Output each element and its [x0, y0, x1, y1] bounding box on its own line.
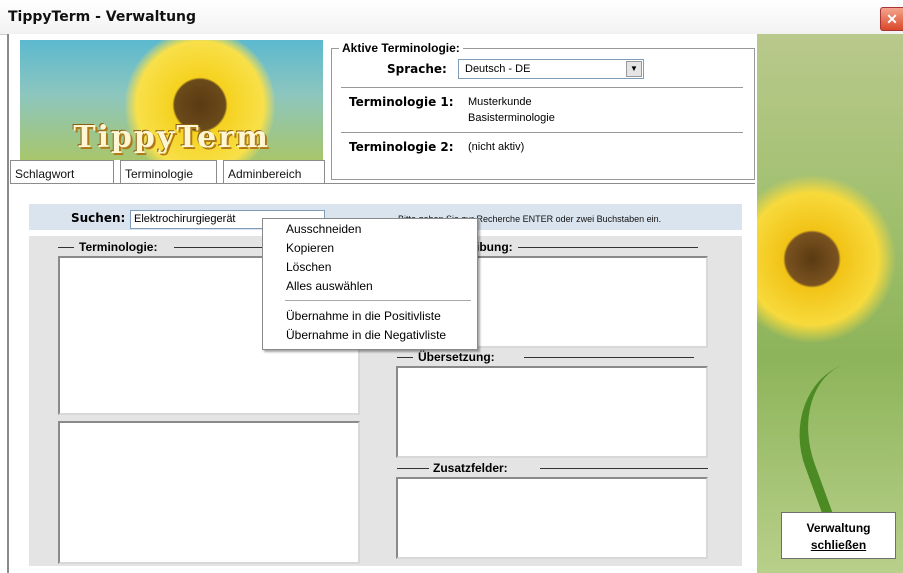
close-administration-button[interactable]: Verwaltung schließen	[781, 512, 896, 559]
window-title: TippyTerm - Verwaltung	[8, 9, 197, 25]
tabs-divider	[10, 183, 755, 184]
menu-item-add-positive-list[interactable]: Übernahme in die Positivliste	[286, 307, 441, 325]
group-line	[397, 468, 429, 469]
group-line	[397, 357, 413, 358]
divider	[341, 87, 743, 88]
close-button-line2: schließen	[810, 538, 867, 552]
group-line	[540, 468, 708, 469]
terminology1-customer: Musterkunde	[468, 96, 532, 108]
language-select[interactable]: Deutsch - DE ▼	[458, 59, 644, 79]
description-group-title: ibung:	[476, 240, 513, 254]
menu-item-select-all[interactable]: Alles auswählen	[286, 277, 373, 295]
logo-banner: TippyTerm	[20, 40, 323, 160]
translation-group-title: Übersetzung:	[418, 350, 495, 364]
divider	[341, 132, 743, 133]
language-select-value: Deutsch - DE	[465, 63, 531, 75]
menu-item-cut[interactable]: Ausschneiden	[286, 220, 361, 238]
group-line	[518, 247, 698, 248]
window-close-icon[interactable]: ✕	[880, 7, 903, 31]
active-terminology-legend: Aktive Terminologie:	[339, 41, 463, 55]
terminology1-label: Terminologie 1:	[349, 95, 454, 109]
sunflower-side-image	[757, 34, 903, 573]
translation-box[interactable]	[396, 366, 708, 458]
group-line	[58, 247, 74, 248]
search-label: Suchen:	[71, 211, 126, 225]
group-line	[524, 357, 694, 358]
terminology2-value: (nicht aktiv)	[468, 141, 525, 153]
language-label: Sprache:	[387, 62, 447, 76]
close-button-line1: Verwaltung	[806, 521, 871, 535]
extra-fields-group-title: Zusatzfelder:	[433, 461, 508, 475]
terminology-detail-box[interactable]	[58, 421, 360, 564]
app-logo: TippyTerm	[73, 120, 270, 155]
tab-terminologie[interactable]: Terminologie	[120, 160, 217, 184]
chevron-down-icon[interactable]: ▼	[626, 61, 642, 77]
context-menu: Ausschneiden Kopieren Löschen Alles ausw…	[262, 218, 478, 350]
terminology-group-title: Terminologie:	[79, 240, 158, 254]
menu-item-delete[interactable]: Löschen	[286, 258, 331, 276]
extra-fields-box[interactable]	[396, 477, 708, 559]
menu-item-copy[interactable]: Kopieren	[286, 239, 334, 257]
group-line	[174, 247, 262, 248]
tab-schlagwort[interactable]: Schlagwort	[10, 160, 114, 184]
menu-item-add-negative-list[interactable]: Übernahme in die Negativliste	[286, 326, 446, 344]
stem-decoration	[776, 347, 903, 521]
terminology1-base: Basisterminologie	[468, 112, 555, 124]
sunflower-decoration	[757, 174, 897, 344]
menu-separator	[285, 300, 471, 301]
title-bar: TippyTerm - Verwaltung ✕	[0, 0, 903, 35]
terminology2-label: Terminologie 2:	[349, 140, 454, 154]
tab-adminbereich[interactable]: Adminbereich	[223, 160, 325, 184]
